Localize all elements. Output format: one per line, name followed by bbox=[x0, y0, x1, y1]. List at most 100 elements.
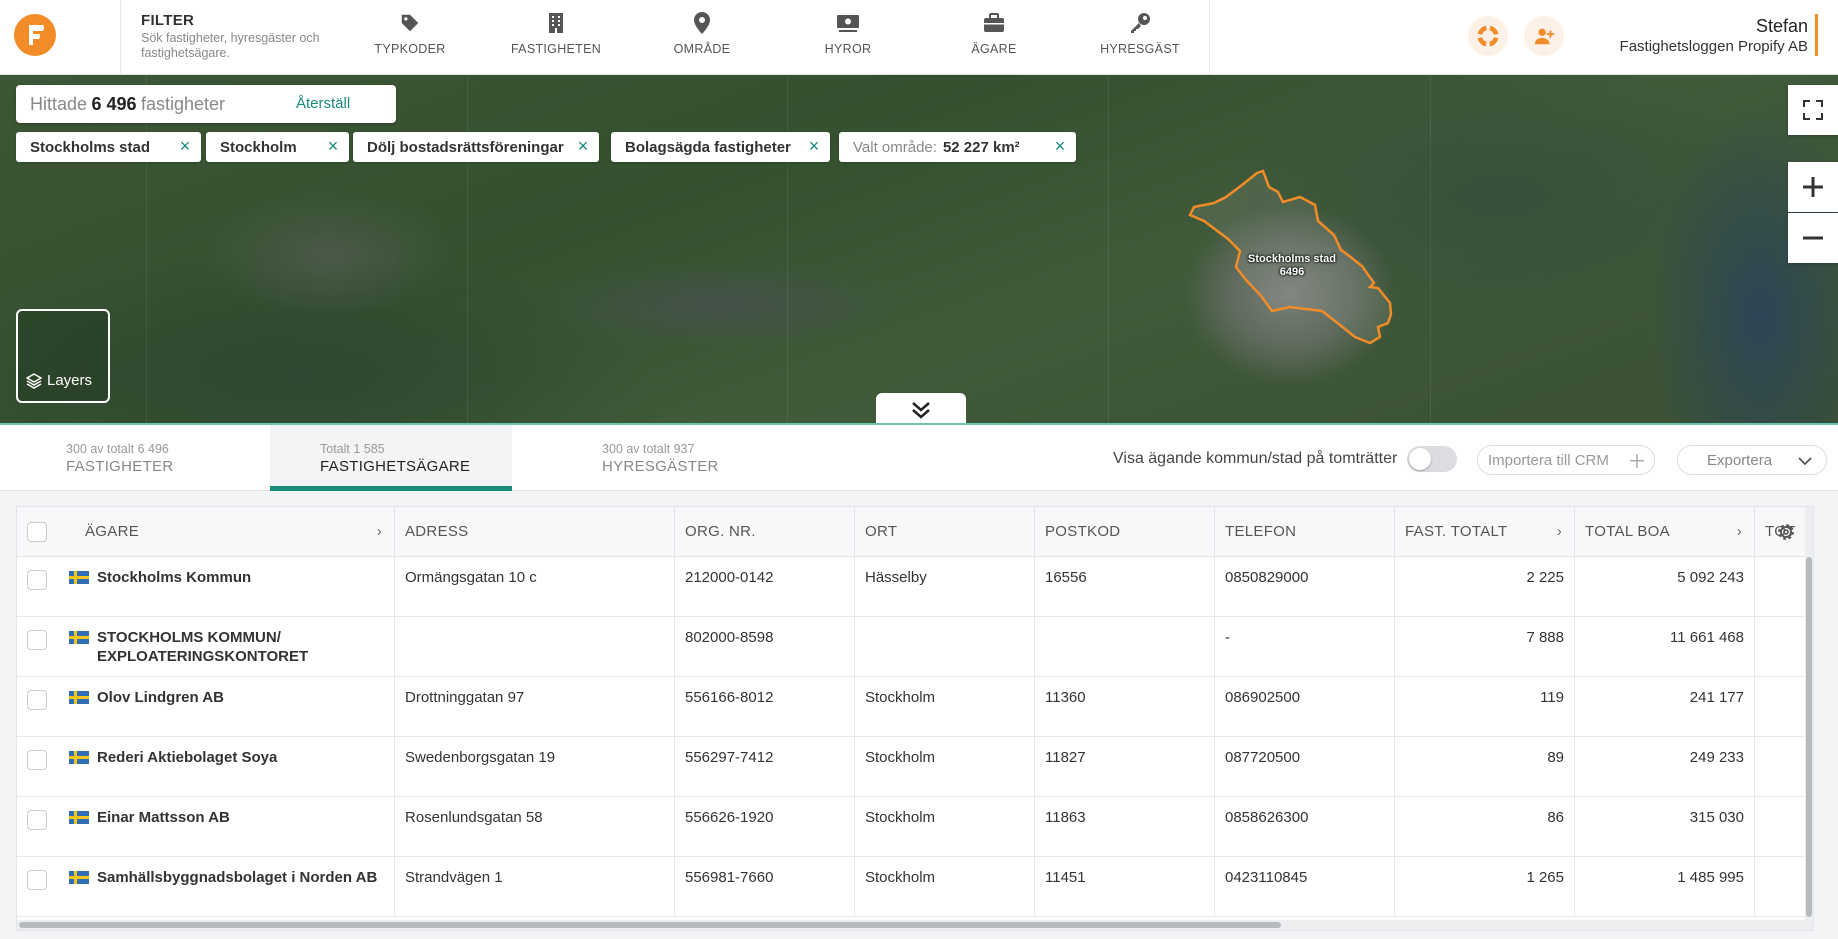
export-dropdown[interactable]: Exportera bbox=[1677, 445, 1827, 475]
result-tabs: 300 av totalt 6 496 FASTIGHETER Totalt 1… bbox=[0, 425, 1838, 491]
chevron-right-icon: › bbox=[376, 523, 382, 540]
cell-city: Stockholm bbox=[855, 677, 1035, 737]
cell-phone: 087720500 bbox=[1215, 737, 1395, 797]
results-count: 6 496 bbox=[91, 93, 137, 114]
reset-button[interactable]: Återställ bbox=[296, 95, 350, 112]
cell-city: Stockholm bbox=[855, 797, 1035, 857]
remove-filter-icon[interactable]: × bbox=[575, 137, 591, 155]
divider bbox=[1209, 0, 1210, 75]
gear-icon[interactable] bbox=[1775, 521, 1797, 543]
cell-owner[interactable]: Rederi Aktiebolaget Soya bbox=[17, 737, 395, 797]
region-outline[interactable] bbox=[0, 75, 1838, 425]
cell-zip: 11360 bbox=[1035, 677, 1215, 737]
tab-fastighetsagare[interactable]: Totalt 1 585 FASTIGHETSÄGARE bbox=[270, 425, 512, 491]
layers-button[interactable]: Layers bbox=[16, 309, 110, 403]
minus-icon bbox=[1803, 236, 1823, 240]
cell-org: 556297-7412 bbox=[675, 737, 855, 797]
user-accent-bar bbox=[1815, 14, 1818, 56]
user-name[interactable]: Stefan bbox=[1756, 16, 1808, 37]
nav-typkoder[interactable]: TYPKODER bbox=[345, 8, 475, 66]
chevron-down-icon bbox=[1798, 457, 1812, 466]
plus-icon bbox=[1630, 454, 1644, 468]
remove-filter-icon[interactable]: × bbox=[177, 137, 193, 155]
remove-filter-icon[interactable]: × bbox=[1052, 137, 1068, 155]
cell-total-boa: 1 485 995 bbox=[1575, 857, 1755, 917]
table-row[interactable]: STOCKHOLMS KOMMUN/ EXPLOATERINGSKONTORET… bbox=[17, 617, 1813, 677]
add-user-button[interactable] bbox=[1524, 16, 1564, 56]
cell-org: 212000-0142 bbox=[675, 557, 855, 617]
divider bbox=[120, 0, 121, 75]
column-header-phone[interactable]: TELEFON bbox=[1215, 507, 1395, 557]
column-header-owner[interactable]: ÄGARE › bbox=[59, 507, 395, 557]
cell-zip: 16556 bbox=[1035, 557, 1215, 617]
vertical-scrollbar[interactable] bbox=[1805, 507, 1813, 930]
filter-section[interactable]: FILTER Sök fastigheter, hyresgäster och … bbox=[141, 12, 351, 61]
ownership-toggle[interactable] bbox=[1407, 446, 1457, 472]
owners-table: ÄGARE › ADRESS ORG. NR. ORT POSTKOD TELEF… bbox=[16, 506, 1814, 931]
nav-label: HYRESGÄST bbox=[1100, 42, 1180, 56]
zoom-in-button[interactable] bbox=[1788, 162, 1838, 212]
region-label: Stockholms stad 6496 bbox=[1248, 253, 1337, 278]
nav-hyror[interactable]: HYROR bbox=[783, 8, 913, 66]
layers-label: Layers bbox=[47, 372, 93, 389]
table-row[interactable]: Samhällsbyggnadsbolaget i Norden AB Stra… bbox=[17, 857, 1813, 917]
table-row[interactable]: Stockholms Kommun Ormängsgatan 10 c 2120… bbox=[17, 557, 1813, 617]
cell-phone: 0858626300 bbox=[1215, 797, 1395, 857]
nav-agare[interactable]: ÄGARE bbox=[929, 8, 1059, 66]
column-header-city[interactable]: ORT bbox=[855, 507, 1035, 557]
zoom-out-button[interactable] bbox=[1788, 213, 1838, 263]
user-organization: Fastighetsloggen Propify AB bbox=[1619, 38, 1808, 55]
table-row[interactable]: Rederi Aktiebolaget Soya Swedenborgsgata… bbox=[17, 737, 1813, 797]
cell-address bbox=[395, 617, 675, 677]
fullscreen-button[interactable] bbox=[1788, 85, 1838, 135]
column-header-address[interactable]: ADRESS bbox=[395, 507, 675, 557]
nav-label: TYPKODER bbox=[374, 42, 446, 56]
chevron-right-icon: › bbox=[1736, 523, 1742, 540]
cell-org: 802000-8598 bbox=[675, 617, 855, 677]
cell-org: 556981-7660 bbox=[675, 857, 855, 917]
tab-fastigheter[interactable]: 300 av totalt 6 496 FASTIGHETER bbox=[0, 425, 270, 491]
chevron-double-down-icon bbox=[912, 402, 930, 419]
fullscreen-icon bbox=[1803, 100, 1823, 120]
select-all-checkbox[interactable] bbox=[27, 522, 47, 542]
cell-owner[interactable]: Einar Mattsson AB bbox=[17, 797, 395, 857]
cell-phone: 0423110845 bbox=[1215, 857, 1395, 917]
column-header-zip[interactable]: POSTKOD bbox=[1035, 507, 1215, 557]
briefcase-icon bbox=[984, 13, 1004, 32]
column-header-fast-totalt[interactable]: FAST. TOTALT › bbox=[1395, 507, 1575, 557]
app-logo[interactable] bbox=[14, 14, 56, 56]
column-header-total-boa[interactable]: TOTAL BOA › bbox=[1575, 507, 1755, 557]
tab-hyresgaster[interactable]: 300 av totalt 937 HYRESGÄSTER bbox=[512, 425, 772, 491]
nav-omrade[interactable]: OMRÅDE bbox=[637, 8, 767, 66]
filter-chip: Stockholm × bbox=[206, 132, 349, 162]
filter-chip: Dölj bostadsrättsföreningar × bbox=[353, 132, 599, 162]
cell-address: Rosenlundsgatan 58 bbox=[395, 797, 675, 857]
cell-phone: 086902500 bbox=[1215, 677, 1395, 737]
nav-label: HYROR bbox=[824, 42, 872, 56]
area-filter-chip: Valt område: 52 227 km² × bbox=[839, 132, 1076, 162]
cell-total-boa: 241 177 bbox=[1575, 677, 1755, 737]
table-row[interactable]: Olov Lindgren AB Drottninggatan 97 55616… bbox=[17, 677, 1813, 737]
chevron-right-icon: › bbox=[1556, 523, 1562, 540]
nav-label: OMRÅDE bbox=[673, 42, 731, 56]
lifebuoy-icon bbox=[1477, 25, 1499, 47]
remove-filter-icon[interactable]: × bbox=[806, 137, 822, 155]
collapse-map-button[interactable] bbox=[876, 393, 966, 425]
filter-chip: Stockholms stad × bbox=[16, 132, 201, 162]
nav-fastigheten[interactable]: FASTIGHETEN bbox=[491, 8, 621, 66]
cell-owner[interactable]: STOCKHOLMS KOMMUN/ EXPLOATERINGSKONTORET bbox=[17, 617, 395, 677]
map-view[interactable]: Stockholms stad 6496 Hittade 6 496 fasti… bbox=[0, 75, 1838, 425]
horizontal-scrollbar[interactable] bbox=[17, 920, 1807, 930]
remove-filter-icon[interactable]: × bbox=[325, 137, 341, 155]
cell-total-boa: 5 092 243 bbox=[1575, 557, 1755, 617]
cell-city: Hässelby bbox=[855, 557, 1035, 617]
table-row[interactable]: Einar Mattsson AB Rosenlundsgatan 58 556… bbox=[17, 797, 1813, 857]
cell-city: Stockholm bbox=[855, 857, 1035, 917]
import-crm-button[interactable]: Importera till CRM bbox=[1477, 445, 1655, 475]
nav-hyresgast[interactable]: HYRESGÄST bbox=[1075, 8, 1205, 66]
cell-owner[interactable]: Stockholms Kommun bbox=[17, 557, 395, 617]
help-button[interactable] bbox=[1468, 16, 1508, 56]
cell-owner[interactable]: Samhällsbyggnadsbolaget i Norden AB bbox=[17, 857, 395, 917]
cell-owner[interactable]: Olov Lindgren AB bbox=[17, 677, 395, 737]
column-header-org[interactable]: ORG. NR. bbox=[675, 507, 855, 557]
